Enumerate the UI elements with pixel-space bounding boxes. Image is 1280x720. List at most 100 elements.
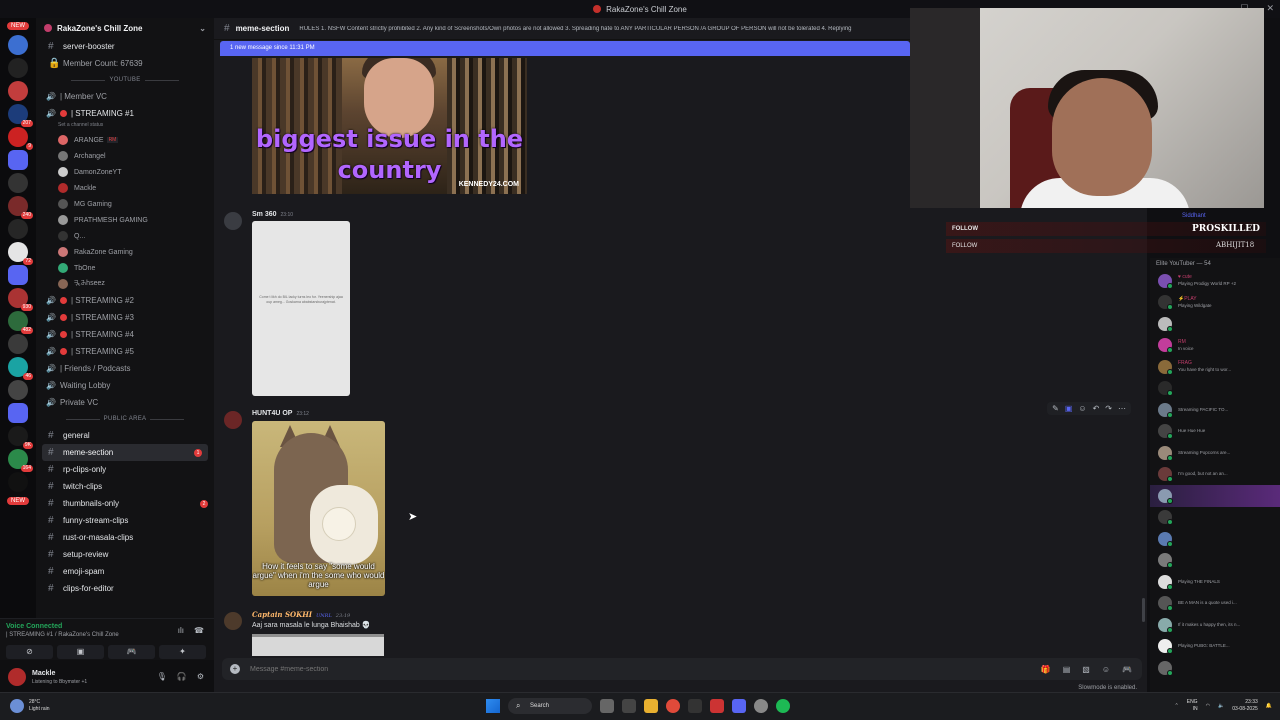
- obs-icon[interactable]: [710, 699, 724, 713]
- member-item[interactable]: [1150, 657, 1280, 679]
- server-icon[interactable]: [8, 35, 28, 55]
- server-icon[interactable]: [8, 81, 28, 101]
- member-item[interactable]: [1150, 528, 1280, 550]
- member-item[interactable]: RM In voice: [1150, 335, 1280, 357]
- gear-icon[interactable]: ⚙: [197, 672, 204, 681]
- discord-icon[interactable]: [732, 699, 746, 713]
- volume-icon[interactable]: 🔈: [1218, 703, 1224, 709]
- headphones-icon[interactable]: 🎧: [177, 672, 187, 681]
- voice-channel-waiting-lobby[interactable]: 🔊 Waiting Lobby: [36, 377, 214, 394]
- member-name-top[interactable]: Siddhant: [1182, 213, 1206, 219]
- plus-icon[interactable]: +: [230, 664, 240, 674]
- screen-share-button[interactable]: ▣: [57, 645, 104, 659]
- server-icon[interactable]: 482: [8, 311, 33, 334]
- soundboard-button[interactable]: ✦: [159, 645, 206, 659]
- server-icon[interactable]: 207: [8, 104, 33, 127]
- member-item[interactable]: Hue Hue Hue: [1150, 421, 1280, 443]
- channel-rp-clips-only[interactable]: # rp-clips-only: [36, 461, 214, 478]
- member-item[interactable]: BE A MAN is a quote used i...: [1150, 593, 1280, 615]
- taskbar-search[interactable]: Search: [508, 698, 592, 714]
- chrome-icon[interactable]: [666, 699, 680, 713]
- new-messages-bar[interactable]: 1 new message since 11:31 PM: [220, 41, 910, 56]
- voice-channel-friends-podcasts[interactable]: 🔊 | Friends / Podcasts: [36, 360, 214, 377]
- spotify-icon[interactable]: [776, 699, 790, 713]
- avatar[interactable]: [224, 411, 242, 429]
- voice-channel-name[interactable]: | STREAMING #1 / RakaZone's Chill Zone: [6, 632, 119, 638]
- channel-member-count[interactable]: 🔒 Member Count: 67639: [36, 55, 214, 72]
- notification-icon[interactable]: 🔔: [1266, 703, 1272, 709]
- server-icon[interactable]: [8, 380, 28, 400]
- windows-start-icon[interactable]: [486, 699, 500, 713]
- clock[interactable]: 23:33 03-08-2025: [1232, 699, 1258, 713]
- member-item[interactable]: ⚡PLAY Playing Wildgate: [1150, 292, 1280, 314]
- voice-channel-private[interactable]: 🔊 Private VC: [36, 394, 214, 411]
- member-item[interactable]: [1150, 507, 1280, 529]
- member-item[interactable]: [1150, 550, 1280, 572]
- member-item[interactable]: Streaming Popcorns are...: [1150, 442, 1280, 464]
- voice-channel-streaming-5[interactable]: 🔊 | STREAMING #5: [36, 343, 214, 360]
- avatar[interactable]: [224, 212, 242, 230]
- server-icon[interactable]: [8, 58, 28, 78]
- server-icon[interactable]: 930: [8, 288, 33, 311]
- settings-icon[interactable]: [754, 699, 768, 713]
- voice-channel-streaming-4[interactable]: 🔊 | STREAMING #4: [36, 326, 214, 343]
- avatar[interactable]: [8, 668, 26, 686]
- server-icon[interactable]: [8, 173, 28, 193]
- server-icon[interactable]: [8, 403, 28, 423]
- vc-user[interactable]: Archangel: [36, 148, 214, 164]
- steam-icon[interactable]: [688, 699, 702, 713]
- member-item[interactable]: I'm good, but not an an...: [1150, 464, 1280, 486]
- member-item[interactable]: ♥ cute Playing Prodigy World RP +2: [1150, 270, 1280, 292]
- channel-meme-section[interactable]: # meme-section 1: [42, 444, 208, 461]
- server-icon[interactable]: [8, 219, 28, 239]
- close-button[interactable]: ✕: [1266, 3, 1274, 14]
- member-item[interactable]: [1150, 378, 1280, 400]
- channel-topic[interactable]: RULES 1. NSFW Content strictly prohibite…: [299, 26, 909, 32]
- message-image-meme[interactable]: biggest issue in the country KENNEDY24.C…: [252, 58, 527, 194]
- server-icon[interactable]: 9K: [8, 426, 33, 449]
- server-header[interactable]: RakaZone's Chill Zone ⌄: [36, 18, 214, 38]
- voice-channel-streaming-2[interactable]: 🔊 | STREAMING #2: [36, 292, 214, 309]
- server-icon[interactable]: 46: [8, 357, 33, 380]
- vc-user[interactable]: PRATHMESH GAMING: [36, 212, 214, 228]
- member-item[interactable]: [1150, 313, 1280, 335]
- message-image-partial[interactable]: [252, 634, 384, 656]
- channel-funny-stream-clips[interactable]: # funny-stream-clips: [36, 512, 214, 529]
- category-public-area[interactable]: PUBLIC AREA: [36, 411, 214, 427]
- microphone-icon[interactable]: 🎙: [157, 672, 167, 681]
- more-icon[interactable]: ⋯: [1118, 404, 1126, 413]
- task-view-icon[interactable]: [622, 699, 636, 713]
- wifi-icon[interactable]: ◠: [1206, 703, 1210, 709]
- sticker-icon[interactable]: ▧: [1082, 665, 1090, 674]
- member-item[interactable]: [1150, 485, 1280, 507]
- voice-status[interactable]: Voice Connected: [6, 623, 62, 630]
- server-icon[interactable]: [8, 265, 28, 285]
- channel-server-booster[interactable]: # server-booster: [36, 38, 214, 55]
- vc-user[interactable]: TbOne: [36, 260, 214, 276]
- channel-rust-or-masala-clips[interactable]: # rust-or-masala-clips: [36, 529, 214, 546]
- user-name[interactable]: Mackle: [32, 670, 55, 677]
- camera-button[interactable]: ⊘: [6, 645, 53, 659]
- language-indicator[interactable]: ENG IN: [1187, 699, 1198, 713]
- apps-icon[interactable]: 🎮: [1122, 665, 1132, 674]
- server-icon[interactable]: 164: [8, 449, 33, 472]
- activities-button[interactable]: 🎮: [108, 645, 155, 659]
- voice-channel-member-vc[interactable]: 🔊 | Member VC: [36, 88, 214, 105]
- server-icon[interactable]: 72: [8, 242, 33, 265]
- vc-user[interactable]: RakaZone Gaming: [36, 244, 214, 260]
- vc-user[interactable]: ARANGE RM: [36, 132, 214, 148]
- server-icon[interactable]: [8, 472, 28, 492]
- message-image-wolf-sheep[interactable]: How it feels to say "some would argue" w…: [252, 421, 385, 596]
- react-icon[interactable]: ✎: [1052, 404, 1059, 413]
- disconnect-icon[interactable]: ☎: [194, 626, 204, 635]
- emoji-icon[interactable]: ☺: [1102, 665, 1110, 674]
- server-icon[interactable]: [8, 150, 28, 170]
- vc-user[interactable]: MG Gaming: [36, 196, 214, 212]
- channel-thumbnails-only[interactable]: # thumbnails-only 2: [36, 495, 214, 512]
- message-author[interactable]: Captain SOKHI UNRL 23:19: [252, 610, 350, 619]
- channel-general[interactable]: # general: [36, 427, 214, 444]
- forward-icon[interactable]: ↷: [1105, 404, 1112, 413]
- file-explorer-icon[interactable]: [644, 699, 658, 713]
- member-item[interactable]: Playing PUBG: BATTLE...: [1150, 636, 1280, 658]
- weather-widget[interactable]: 28°C Light rain: [10, 699, 50, 713]
